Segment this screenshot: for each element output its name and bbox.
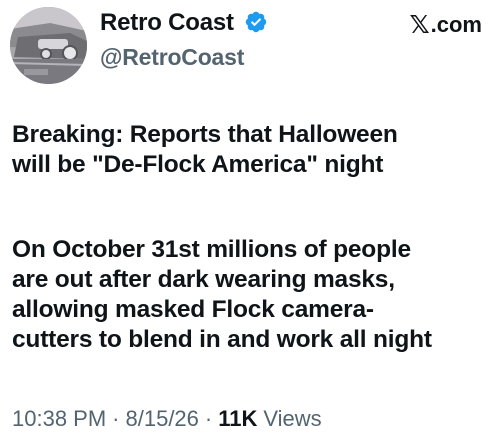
- author-handle[interactable]: @RetroCoast: [100, 44, 244, 71]
- tweet-time[interactable]: 10:38 PM: [12, 406, 106, 432]
- verified-badge-icon: [245, 11, 267, 33]
- tweet-paragraph-1: Breaking: Reports that Halloween will be…: [12, 120, 490, 180]
- tweet-paragraph-2: On October 31st millions of people are o…: [12, 235, 490, 355]
- tweet-date[interactable]: 8/15/26: [126, 406, 199, 432]
- author-display-name[interactable]: Retro Coast: [100, 9, 234, 37]
- tweet-line: Breaking: Reports that Halloween: [12, 121, 398, 148]
- source-domain[interactable]: 𝕏 .com: [409, 10, 482, 40]
- tweet-line: are out after dark wearing masks,: [12, 266, 395, 293]
- tweet-line: On October 31st millions of people: [12, 236, 411, 263]
- tweet-card: Retro Coast @RetroCoast 𝕏 .com Breaking:…: [0, 0, 500, 444]
- meta-separator: ·: [112, 406, 120, 431]
- avatar-car-photo: [10, 7, 87, 84]
- source-domain-suffix: .com: [430, 12, 482, 37]
- meta-separator: ·: [204, 406, 213, 431]
- x-logo-icon: 𝕏: [409, 11, 430, 39]
- avatar[interactable]: [10, 7, 87, 84]
- views-count[interactable]: 11K: [218, 406, 257, 432]
- tweet-meta: 10:38 PM · 8/15/26 · 11K Views: [12, 406, 322, 432]
- tweet-line: will be "De-Flock America" night: [12, 151, 384, 178]
- views-label: Views: [263, 406, 322, 431]
- tweet-line: cutters to blend in and work all night: [12, 326, 432, 353]
- tweet-line: allowing masked Flock camera-: [12, 296, 374, 323]
